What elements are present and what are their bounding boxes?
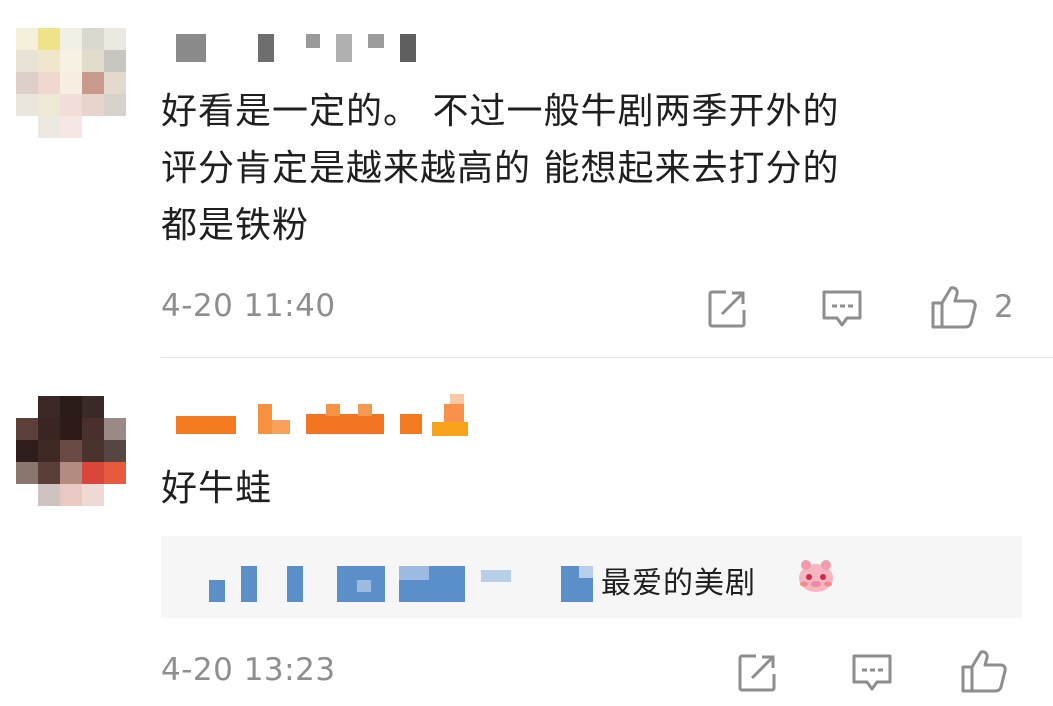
avatar[interactable] (16, 28, 128, 140)
timestamp: 4-20 11:40 (161, 288, 336, 324)
comment-text-line: 好牛蛙 (161, 468, 273, 509)
share-button[interactable] (736, 652, 778, 694)
like-count: 2 (994, 289, 1014, 325)
comment-icon (852, 654, 892, 691)
blushing-pig-emoji (799, 560, 833, 592)
timestamp: 4-20 13:23 (161, 652, 336, 688)
username-masked[interactable] (176, 394, 468, 436)
like-icon (931, 286, 977, 329)
like-button[interactable] (960, 647, 1008, 695)
share-button[interactable] (706, 288, 748, 330)
reply-text: 最爱的美剧 (601, 566, 756, 601)
comment-2: 好牛蛙 最爱的美剧 4-20 13:23 (0, 358, 1053, 706)
comment-text-line: 都是铁粉 (161, 205, 310, 246)
like-button[interactable]: 2 (930, 283, 1014, 331)
comment-icon (822, 290, 862, 327)
comment-button[interactable] (820, 289, 864, 329)
share-icon (738, 654, 776, 692)
comment-text: 好牛蛙 (161, 460, 272, 517)
avatar[interactable] (16, 396, 128, 508)
like-icon (961, 650, 1007, 693)
reply-preview[interactable]: 最爱的美剧 (161, 536, 1022, 618)
username-masked[interactable] (176, 32, 416, 66)
comment-button[interactable] (850, 653, 894, 693)
comment-text-line: 评分肯定是越来越高的 能想起来去打分的 (161, 148, 840, 189)
comment-text: 好看是一定的。 不过一般牛剧两季开外的 评分肯定是越来越高的 能想起来去打分的 … (161, 83, 839, 254)
comment-text-line: 好看是一定的。 不过一般牛剧两季开外的 (161, 91, 840, 132)
share-icon (708, 290, 746, 328)
comment-1: 好看是一定的。 不过一般牛剧两季开外的 评分肯定是越来越高的 能想起来去打分的 … (0, 0, 1053, 357)
